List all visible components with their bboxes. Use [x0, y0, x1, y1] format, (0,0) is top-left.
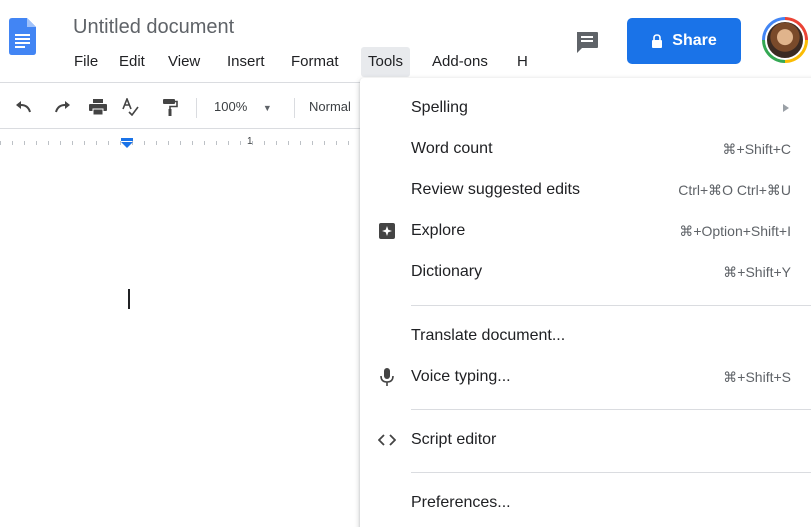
lock-icon — [652, 34, 663, 48]
menu-item-label: Review suggested edits — [411, 181, 580, 198]
ruler: 1 — [0, 136, 360, 150]
menu-item-shortcut: ⌘+Shift+Y — [723, 264, 791, 280]
tools-menu: Spelling Word count ⌘+Shift+C Review sug… — [360, 78, 811, 527]
menu-item-label: Translate document... — [411, 327, 566, 344]
menu-item-shortcut: ⌘+Shift+C — [722, 141, 791, 157]
menu-item-label: Dictionary — [411, 263, 483, 280]
menu-file[interactable]: File — [67, 47, 105, 77]
docs-window: Untitled document File Edit View Insert … — [0, 0, 811, 527]
explore-icon — [378, 222, 396, 240]
toolbar-separator — [294, 98, 295, 118]
redo-icon[interactable] — [52, 97, 72, 117]
google-docs-logo-icon[interactable] — [9, 18, 36, 55]
share-button-label: Share — [672, 32, 717, 49]
menu-item-shortcut: ⌘+Option+Shift+I — [679, 223, 791, 239]
undo-icon[interactable] — [14, 97, 34, 117]
menu-format[interactable]: Format — [284, 47, 346, 77]
menu-item-script-editor[interactable]: Script editor — [360, 420, 811, 460]
menu-add-ons[interactable]: Add-ons — [425, 47, 495, 77]
menu-divider — [411, 305, 811, 306]
account-avatar[interactable] — [762, 17, 808, 63]
comment-icon[interactable] — [571, 26, 603, 58]
zoom-value: 100% — [214, 99, 248, 114]
microphone-icon — [378, 368, 396, 386]
chevron-down-icon: ▼ — [262, 103, 272, 113]
toolbar-separator — [196, 98, 197, 118]
menu-item-preferences[interactable]: Preferences... — [360, 483, 811, 523]
indent-marker-icon[interactable] — [120, 138, 134, 148]
menu-item-label: Preferences... — [411, 494, 511, 511]
paragraph-style-select[interactable]: Normal — [309, 96, 351, 118]
menu-item-shortcut: ⌘+Shift+S — [723, 369, 791, 385]
menu-item-translate-document[interactable]: Translate document... — [360, 316, 811, 356]
menu-divider — [411, 472, 811, 473]
toolbar: 100% ▼ Normal — [0, 92, 360, 122]
menu-item-label: Spelling — [411, 99, 468, 116]
menu-view[interactable]: View — [161, 47, 207, 77]
paint-format-icon[interactable] — [160, 97, 180, 117]
menu-item-shortcut: Ctrl+⌘O Ctrl+⌘U — [678, 182, 791, 198]
toolbar-divider — [0, 128, 360, 129]
text-cursor — [128, 289, 130, 309]
menu-insert[interactable]: Insert — [220, 47, 272, 77]
document-title[interactable]: Untitled document — [73, 16, 234, 39]
code-icon — [378, 431, 396, 449]
menu-item-label: Script editor — [411, 431, 497, 448]
menu-item-voice-typing[interactable]: Voice typing... ⌘+Shift+S — [360, 357, 811, 397]
menu-tools[interactable]: Tools — [361, 47, 411, 77]
avatar-photo — [765, 20, 805, 60]
menu-item-label: Voice typing... — [411, 368, 511, 385]
menu-item-dictionary[interactable]: Dictionary ⌘+Shift+Y — [360, 252, 811, 292]
menu-item-review-suggested-edits[interactable]: Review suggested edits Ctrl+⌘O Ctrl+⌘U — [360, 170, 811, 210]
submenu-arrow-icon — [783, 104, 789, 112]
ruler-ticks — [0, 141, 360, 145]
ruler-inch-label: 1 — [247, 136, 253, 147]
menu-item-word-count[interactable]: Word count ⌘+Shift+C — [360, 129, 811, 169]
zoom-select[interactable]: 100% ▼ — [214, 96, 272, 118]
menu-item-explore[interactable]: Explore ⌘+Option+Shift+I — [360, 211, 811, 251]
menu-item-spelling[interactable]: Spelling — [360, 88, 811, 128]
print-icon[interactable] — [88, 97, 108, 117]
spellcheck-icon[interactable] — [120, 97, 140, 117]
menu-help[interactable]: H — [510, 47, 535, 77]
share-button[interactable]: Share — [627, 18, 741, 64]
menu-item-label: Explore — [411, 222, 466, 239]
menu-item-label: Word count — [411, 140, 493, 157]
menu-divider — [411, 409, 811, 410]
menu-edit[interactable]: Edit — [112, 47, 152, 77]
